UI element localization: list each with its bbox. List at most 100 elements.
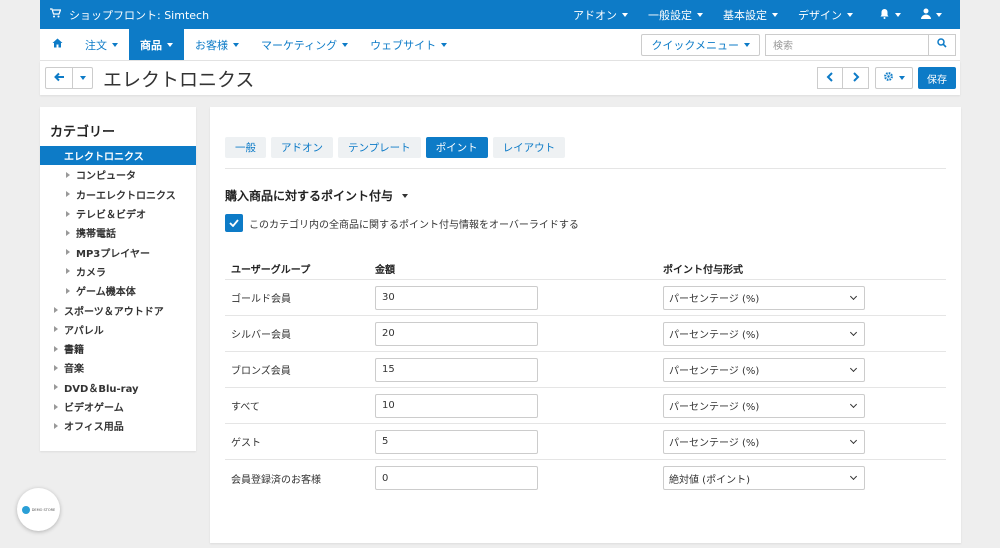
chevron-right-icon [852,71,860,85]
sidebar-item-category[interactable]: スポーツ＆アウトドア [40,300,196,319]
amount-input[interactable]: 0 [375,466,538,490]
amount-input[interactable]: 20 [375,321,538,346]
amount-input[interactable]: 15 [375,357,538,382]
caret-right-icon[interactable] [66,229,70,236]
menu-general-settings[interactable]: 一般設定 [638,0,713,29]
caret-down-icon [622,12,628,17]
notifications-menu[interactable] [869,0,911,29]
amount-input[interactable]: 10 [375,393,538,418]
caret-right-icon[interactable] [66,171,70,178]
user-menu[interactable] [911,0,960,29]
section-toggle[interactable]: 購入商品に対するポイント付与 [225,187,409,204]
back-button[interactable] [45,67,73,89]
menu-design[interactable]: デザイン [788,0,863,29]
caret-right-icon[interactable] [54,364,58,371]
sidebar-item-category[interactable]: アパレル [40,320,196,339]
cart-icon [50,8,62,21]
top-bar: ショップフロント: Simtech アドオン 一般設定 基本設定 デザイン [40,0,960,29]
sidebar-item-category[interactable]: 音楽 [40,358,196,377]
amount-input[interactable]: 5 [375,429,538,454]
prev-next-group [817,67,869,89]
point-type-select[interactable]: パーセンテージ (%) [663,393,865,418]
back-dropdown-button[interactable] [73,67,93,89]
sidebar-item-label: DVD＆Blu-ray [64,383,139,395]
point-type-cell: パーセンテージ (%) [663,321,946,346]
point-type-select[interactable]: パーセンテージ (%) [663,321,865,346]
settings-dropdown-button[interactable] [875,67,913,89]
next-button[interactable] [843,67,869,89]
sidebar-item-category[interactable]: カーエレクトロニクス [40,185,196,204]
nav-website[interactable]: ウェブサイト [359,29,458,60]
demo-badge-label: DEMO STORE [31,507,56,512]
storefront-link[interactable]: ショップフロント: Simtech [40,7,209,23]
point-type-cell: パーセンテージ (%) [663,285,946,310]
point-type-value: パーセンテージ (%) [669,366,760,377]
main-panel: 一般 アドオン テンプレート ポイント レイアウト 購入商品に対するポイント付与… [210,107,961,543]
demo-store-badge[interactable]: DEMO STORE [17,488,60,531]
sidebar-item-label: MP3プレイヤー [76,248,150,260]
caret-right-icon[interactable] [66,191,70,198]
point-type-cell: パーセンテージ (%) [663,393,946,418]
search-button[interactable] [928,33,956,56]
sidebar-item-label: 携帯電話 [76,229,116,241]
save-button[interactable]: 保存 [918,67,956,89]
tab-general[interactable]: 一般 [225,137,266,158]
tab-addons[interactable]: アドオン [271,137,333,158]
caret-right-icon[interactable] [66,210,70,217]
caret-right-icon[interactable] [54,345,58,352]
sidebar-item-category[interactable]: DVD＆Blu-ray [40,378,196,397]
tab-layouts[interactable]: レイアウト [492,137,566,158]
sidebar-item-category[interactable]: カメラ [40,262,196,281]
search-box: 検索 [765,33,956,56]
tab-points[interactable]: ポイント [425,137,488,158]
sidebar-item-category[interactable]: ゲーム機本体 [40,281,196,300]
sidebar-item-category[interactable]: コンピュータ [40,165,196,184]
sidebar-item-category[interactable]: 書籍 [40,339,196,358]
sidebar-item-category[interactable]: 携帯電話 [40,223,196,242]
caret-right-icon[interactable] [66,268,70,275]
menu-addons-label: アドオン [573,8,617,22]
sidebar-item-category[interactable]: ビデオゲーム [40,397,196,416]
menu-addons[interactable]: アドオン [563,0,638,29]
sidebar-item-label: スポーツ＆アウトドア [64,306,164,318]
nav-orders-label: 注文 [85,38,107,52]
chevron-down-icon [849,328,858,336]
point-type-select[interactable]: パーセンテージ (%) [663,429,865,454]
sidebar-item-category[interactable]: オフィス用品 [40,416,196,435]
nav-customers[interactable]: お客様 [184,29,250,60]
point-type-select[interactable]: パーセンテージ (%) [663,285,865,310]
main-nav: 注文 商品 お客様 マーケティング ウェブサイト クイックメニュー 検索 [40,29,960,61]
nav-products[interactable]: 商品 [129,29,184,60]
point-type-select[interactable]: パーセンテージ (%) [663,357,865,382]
override-checkbox[interactable] [225,214,243,232]
sidebar-item-category[interactable]: MP3プレイヤー [40,242,196,261]
table-row: すべて 10 パーセンテージ (%) [225,388,946,424]
caret-down-icon [895,12,901,17]
caret-right-icon[interactable] [54,326,58,333]
user-icon [921,8,931,22]
caret-down-icon [847,12,853,17]
sidebar-item-category[interactable]: エレクトロニクス [40,146,196,166]
caret-right-icon[interactable] [54,422,58,429]
nav-marketing-label: マーケティング [261,38,338,52]
sidebar-item-label: コンピュータ [76,171,136,183]
home-link[interactable] [40,29,74,60]
caret-right-icon[interactable] [66,249,70,256]
tab-templates[interactable]: テンプレート [338,137,421,158]
caret-right-icon[interactable] [54,307,58,314]
menu-basic-settings[interactable]: 基本設定 [713,0,788,29]
point-type-select[interactable]: 絶対値 (ポイント) [663,466,865,490]
quick-menu-button[interactable]: クイックメニュー [641,33,760,56]
prev-button[interactable] [817,67,843,89]
caret-right-icon[interactable] [66,287,70,294]
nav-marketing[interactable]: マーケティング [250,29,359,60]
point-type-cell: 絶対値 (ポイント) [663,466,946,490]
caret-right-icon[interactable] [54,403,58,410]
nav-orders[interactable]: 注文 [74,29,129,60]
sidebar-item-category[interactable]: テレビ＆ビデオ [40,204,196,223]
search-input[interactable]: 検索 [765,33,928,56]
home-icon [52,38,63,51]
caret-right-icon[interactable] [54,384,58,391]
category-sidebar: カテゴリー エレクトロニクス コンピュータ カーエレクトロニクス テレビ＆ビデオ 携帯電… [40,107,196,451]
amount-input[interactable]: 30 [375,285,538,310]
